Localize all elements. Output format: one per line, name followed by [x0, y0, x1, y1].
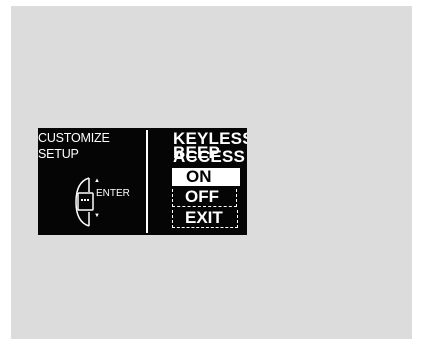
option-on[interactable]: ON — [172, 168, 240, 186]
enter-label: ENTER — [96, 188, 130, 199]
arrow-up-icon: ▲ — [94, 178, 100, 184]
setup-label: SETUP — [38, 147, 79, 161]
customize-label: CUSTOMIZE — [38, 131, 110, 145]
arrow-down-icon: ▼ — [94, 213, 100, 219]
menu-heading-line2: BEEP — [173, 143, 221, 162]
lcd-display: CUSTOMIZE SETUP ▲ ENTER ▼ KEYLESS ACCESS… — [38, 128, 247, 235]
option-exit[interactable]: EXIT — [172, 209, 238, 228]
option-off[interactable]: OFF — [172, 188, 237, 207]
divider — [146, 130, 148, 233]
selector-knob-icon[interactable] — [74, 176, 96, 228]
